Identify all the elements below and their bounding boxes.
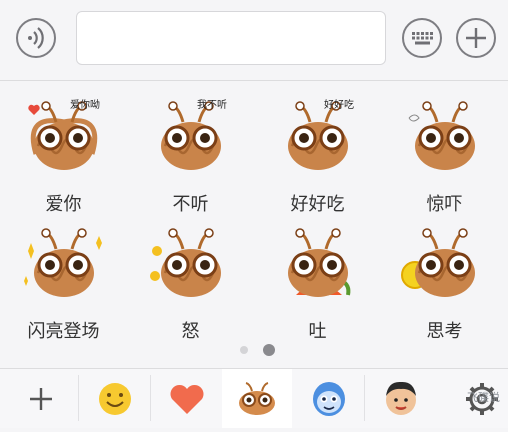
- sticker-tab-bar: 飞碟说: [0, 368, 508, 428]
- tab-noodle-monster[interactable]: [222, 369, 292, 428]
- message-input[interactable]: [76, 11, 386, 65]
- sticker-label: 惊吓: [426, 194, 463, 215]
- noodle-monster-sticker-icon: [150, 228, 221, 297]
- plus-icon: [30, 388, 52, 410]
- sticker-label: 思考: [426, 321, 463, 342]
- sticker-item[interactable]: 怒: [127, 221, 254, 345]
- page-indicator: [0, 342, 508, 358]
- tab-favorites[interactable]: [152, 369, 222, 428]
- sticker-item[interactable]: 爱你呦爱你: [0, 94, 127, 218]
- page-dot-current[interactable]: [263, 344, 275, 356]
- tab-add[interactable]: [6, 369, 76, 428]
- tab-boy-face[interactable]: [366, 369, 436, 428]
- voice-wave-icon: [28, 27, 44, 49]
- noodle-monster-sticker-icon: [408, 101, 475, 170]
- sticker-item[interactable]: 思考: [381, 221, 508, 345]
- sticker-label: 爱你: [45, 194, 82, 215]
- noodle-monster-sticker-icon: [239, 382, 275, 415]
- smiley-emoji-icon: [99, 383, 131, 415]
- tab-settings[interactable]: 飞碟说: [436, 369, 508, 428]
- plus-icon: [466, 28, 486, 48]
- sticker-caption: 我不听: [197, 100, 227, 111]
- sticker-label: 吐: [308, 321, 327, 342]
- watermark-text: 飞碟说: [467, 391, 500, 404]
- keyboard-icon: [412, 32, 433, 45]
- tab-emoji[interactable]: [80, 369, 150, 428]
- heart-icon: [170, 384, 204, 414]
- sticker-item[interactable]: 吐: [254, 221, 381, 345]
- noodle-monster-sticker-icon: [288, 228, 351, 297]
- sticker-item[interactable]: 好好吃 好好吃: [254, 94, 381, 218]
- sticker-label: 闪亮登场: [27, 321, 100, 342]
- sticker-item[interactable]: 我不听不听: [127, 94, 254, 218]
- keyboard-button[interactable]: [402, 18, 442, 58]
- sticker-label: 好好吃: [290, 194, 345, 215]
- blue-character-sticker-icon: [313, 382, 345, 416]
- voice-button[interactable]: [16, 18, 56, 58]
- sticker-label: 怒: [181, 321, 200, 342]
- noodle-monster-sticker-icon: [24, 228, 102, 297]
- add-button[interactable]: [456, 18, 496, 58]
- sticker-item[interactable]: 惊吓: [381, 94, 508, 218]
- boy-face-sticker-icon: [386, 381, 416, 415]
- sticker-caption: 好好吃: [324, 100, 354, 111]
- sticker-label: 不听: [172, 194, 209, 215]
- composer-bar: [0, 0, 508, 81]
- noodle-monster-sticker-icon: [401, 228, 475, 297]
- page-dot[interactable]: [240, 346, 248, 354]
- tab-blue-character[interactable]: [294, 369, 364, 428]
- sticker-item[interactable]: 闪亮登场: [0, 221, 127, 345]
- sticker-caption: 爱你呦: [70, 100, 100, 111]
